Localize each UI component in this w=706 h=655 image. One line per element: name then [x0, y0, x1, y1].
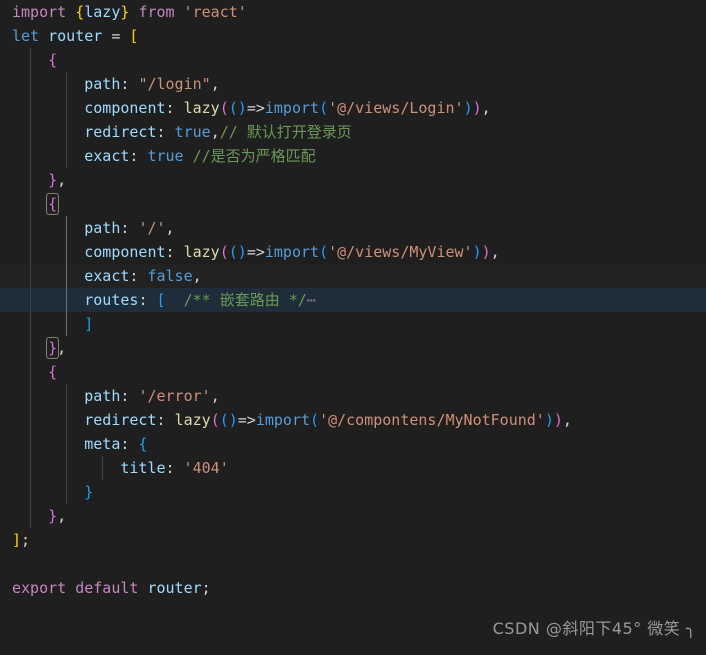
code-line[interactable]: path: '/error', [0, 384, 706, 408]
token-string-login-module: '@/views/Login' [328, 99, 464, 117]
token-property-title: title [120, 459, 166, 477]
code-line[interactable]: { [0, 360, 706, 384]
watermark: CSDN @斜阳下45° 微笑 ╮ [492, 619, 696, 638]
code-line[interactable]: component: lazy(()=>import('@/views/Logi… [0, 96, 706, 120]
token-brace-open: { [138, 435, 148, 453]
code-line[interactable]: }, [0, 504, 706, 528]
code-line-empty[interactable] [0, 552, 706, 576]
token-comment-nested-routes: /** 嵌套路由 */ [183, 291, 307, 309]
code-line[interactable]: path: '/', [0, 216, 706, 240]
token-keyword-import: import [255, 411, 311, 429]
token-brace-open: { [75, 3, 85, 21]
token-function-lazy: lazy [183, 243, 220, 261]
token-string-myview-module: '@/views/MyView' [328, 243, 473, 261]
code-line[interactable]: { [0, 48, 706, 72]
token-keyword-default: default [75, 579, 139, 597]
token-property-exact: exact [84, 267, 130, 285]
code-line-folded[interactable]: routes: [ /** 嵌套路由 */⋯ [0, 288, 706, 312]
token-bracket-open: [ [156, 291, 166, 309]
token-brace-close-matched: } [46, 337, 60, 359]
token-keyword-from: from [138, 3, 175, 21]
token-keyword-import: import [264, 99, 320, 117]
token-comment: //是否为严格匹配 [192, 147, 316, 165]
code-line[interactable]: export default router; [0, 576, 706, 600]
token-identifier-lazy: lazy [84, 3, 121, 21]
code-line[interactable]: title: '404' [0, 456, 706, 480]
token-bracket-close: ] [12, 531, 22, 549]
code-line[interactable]: exact: true //是否为严格匹配 [0, 144, 706, 168]
token-property-path: path [84, 75, 121, 93]
code-line[interactable]: ] [0, 312, 706, 336]
token-identifier-router: router [147, 579, 202, 597]
code-line[interactable]: ]; [0, 528, 706, 552]
token-property-redirect: redirect [84, 123, 157, 141]
token-brace-open: { [48, 363, 58, 381]
token-property-redirect: redirect [84, 411, 157, 429]
code-editor[interactable]: ▷ import {lazy} from 'react' let router … [0, 0, 706, 655]
code-line[interactable]: path: "/login", [0, 72, 706, 96]
token-property-meta: meta [84, 435, 121, 453]
token-keyword-import: import [264, 243, 320, 261]
code-line[interactable]: import {lazy} from 'react' [0, 0, 706, 24]
code-line[interactable]: component: lazy(()=>import('@/views/MyVi… [0, 240, 706, 264]
token-brace-open: { [48, 51, 58, 69]
token-property-component: component [84, 243, 166, 261]
token-keyword-export: export [12, 579, 67, 597]
code-line-current[interactable]: exact: false, [0, 264, 706, 288]
token-property-path: path [84, 387, 121, 405]
token-property-exact: exact [84, 147, 130, 165]
token-bracket-open: [ [129, 27, 139, 45]
token-literal-true: true [174, 123, 211, 141]
token-brace-close: } [48, 507, 58, 525]
token-identifier-router: router [48, 27, 103, 45]
token-brace-close: } [48, 171, 58, 189]
token-function-lazy: lazy [174, 411, 211, 429]
token-string-title-value: '404' [183, 459, 229, 477]
code-line[interactable]: redirect: true,// 默认打开登录页 [0, 120, 706, 144]
token-comment: // 默认打开登录页 [219, 123, 352, 141]
code-line[interactable]: { [0, 192, 706, 216]
code-content[interactable]: import {lazy} from 'react' let router = … [0, 0, 706, 600]
code-line[interactable]: } [0, 480, 706, 504]
token-keyword-let: let [12, 27, 40, 45]
token-function-lazy: lazy [183, 99, 220, 117]
token-brace-open-matched: { [46, 193, 60, 215]
token-string-react: 'react' [183, 3, 247, 21]
token-brace-close: } [84, 483, 94, 501]
code-line[interactable]: redirect: lazy(()=>import('@/compontens/… [0, 408, 706, 432]
token-literal-true: true [147, 147, 184, 165]
token-property-routes: routes [84, 291, 139, 309]
token-string-root-path: '/' [138, 219, 166, 237]
token-property-component: component [84, 99, 166, 117]
code-line[interactable]: meta: { [0, 432, 706, 456]
token-string-login-path: "/login" [138, 75, 211, 93]
code-line[interactable]: }, [0, 336, 706, 360]
token-literal-false: false [147, 267, 193, 285]
token-keyword-import: import [12, 3, 67, 21]
token-string-notfound-module: '@/compontens/MyNotFound' [319, 411, 545, 429]
folded-code-ellipsis[interactable]: ⋯ [307, 291, 317, 309]
token-bracket-close: ] [84, 315, 94, 333]
token-property-path: path [84, 219, 121, 237]
code-line[interactable]: let router = [ [0, 24, 706, 48]
code-line[interactable]: }, [0, 168, 706, 192]
token-string-error-path: '/error' [138, 387, 211, 405]
